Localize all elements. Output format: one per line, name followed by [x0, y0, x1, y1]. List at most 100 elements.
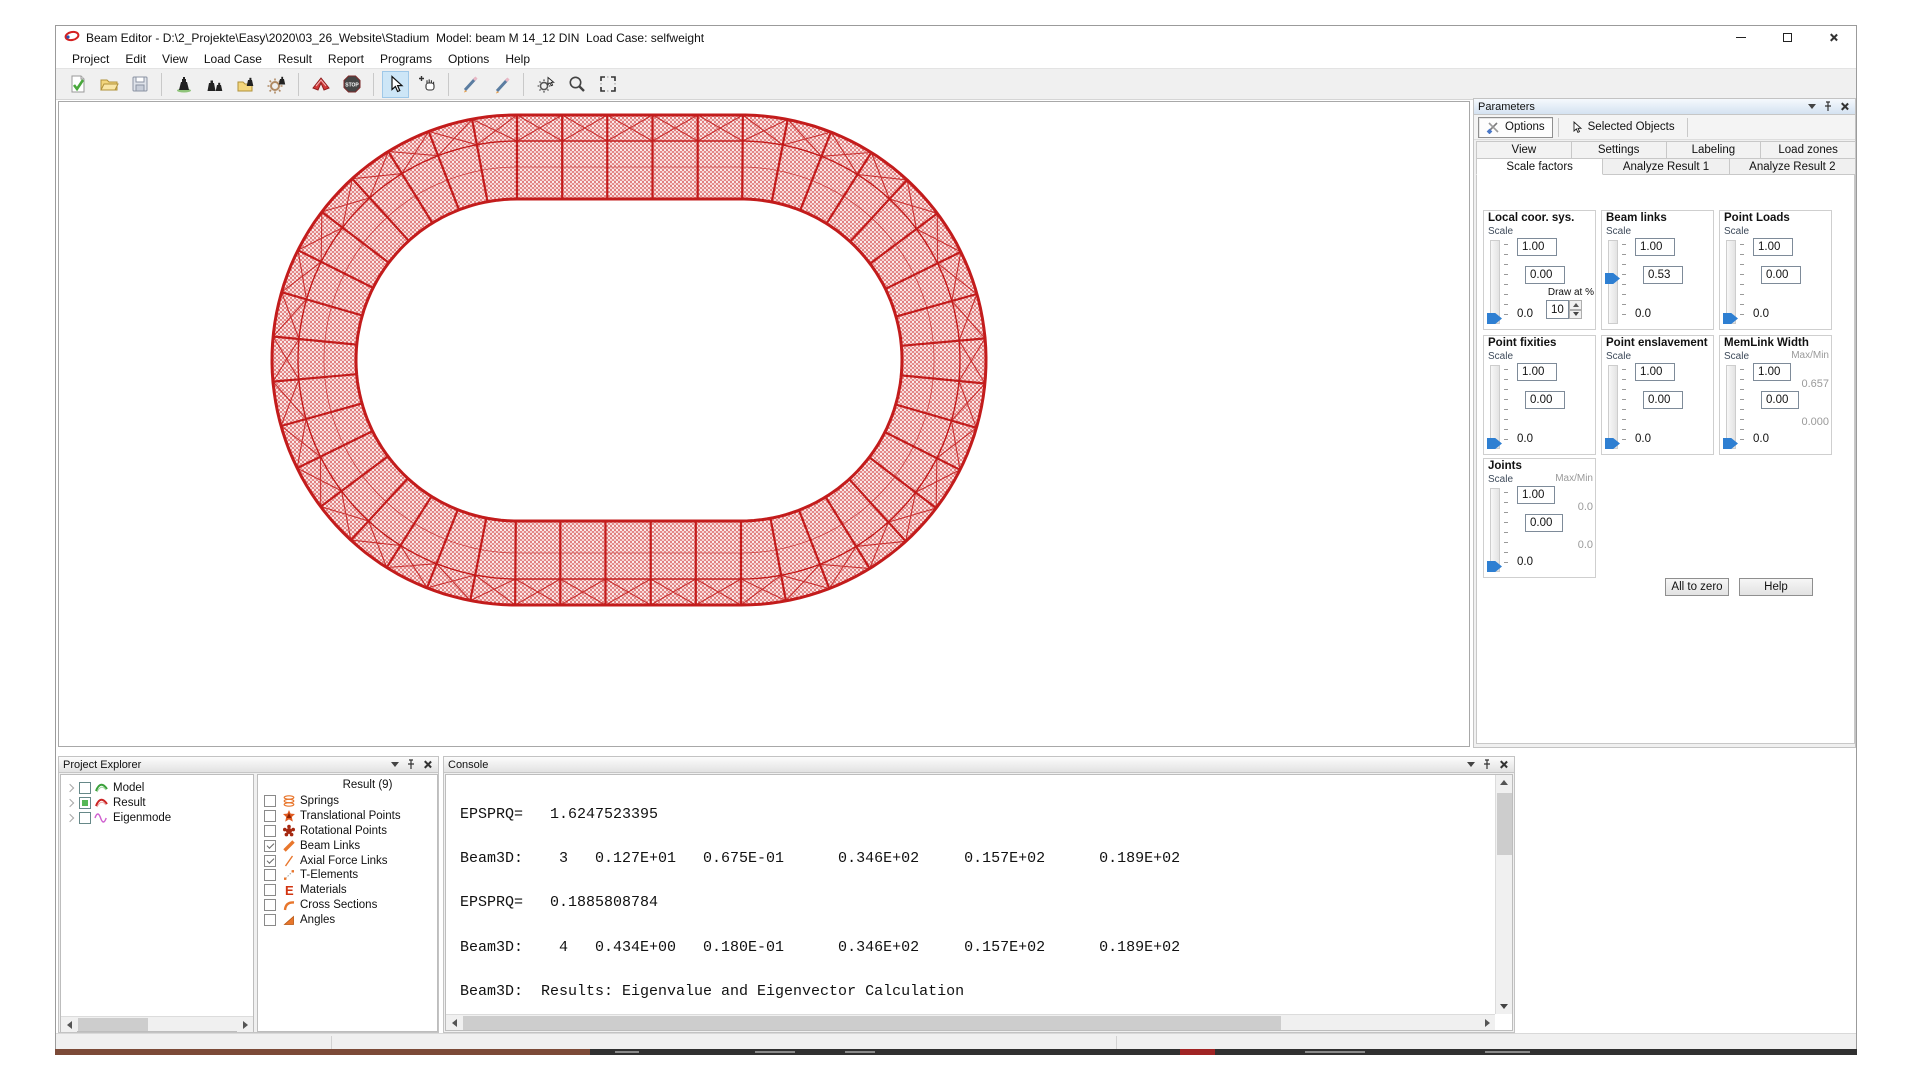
axial-force-links-checkbox[interactable]: [264, 855, 276, 867]
list-item-angles[interactable]: Angles: [264, 912, 437, 927]
scroll-right-button[interactable]: [1479, 1015, 1495, 1030]
panel-close-button[interactable]: [1496, 759, 1510, 771]
draw-link-button[interactable]: [488, 71, 515, 98]
model-canvas[interactable]: [58, 101, 1470, 747]
console-h-scrollbar[interactable]: [446, 1014, 1495, 1030]
scale-value-input[interactable]: 0.53: [1643, 266, 1683, 284]
scale-upper-input[interactable]: 1.00: [1517, 238, 1557, 256]
scroll-left-button[interactable]: [446, 1015, 462, 1030]
scroll-up-button[interactable]: [1496, 775, 1512, 790]
springs-checkbox[interactable]: [264, 795, 276, 807]
scale-slider-track[interactable]: [1726, 365, 1736, 449]
model-checkbox[interactable]: [79, 782, 91, 794]
draw-at-input[interactable]: 10: [1546, 300, 1569, 319]
panel-close-button[interactable]: [420, 759, 434, 771]
scale-upper-input[interactable]: 1.00: [1517, 363, 1557, 381]
zoom-button[interactable]: [563, 71, 590, 98]
panel-menu-button[interactable]: [1464, 759, 1478, 771]
list-item-cross-sections[interactable]: Cross Sections: [264, 898, 437, 913]
tree-item-result[interactable]: Result: [65, 795, 253, 810]
scale-slider-track[interactable]: [1490, 488, 1500, 572]
tab-view[interactable]: View: [1476, 141, 1572, 158]
scroll-right-button[interactable]: [237, 1017, 253, 1032]
tab-analyze-result-1[interactable]: Analyze Result 1: [1602, 158, 1729, 175]
scroll-left-button[interactable]: [61, 1017, 77, 1032]
list-item-springs[interactable]: Springs: [264, 794, 437, 809]
select-cursor-button[interactable]: [382, 71, 409, 98]
spin-down-button[interactable]: [1569, 310, 1582, 320]
menu-report[interactable]: Report: [320, 50, 372, 68]
tab-options[interactable]: Options: [1478, 117, 1553, 138]
panel-close-button[interactable]: [1837, 101, 1851, 113]
menu-project[interactable]: Project: [64, 50, 117, 68]
panel-menu-button[interactable]: [388, 759, 402, 771]
pin-button[interactable]: [1480, 759, 1494, 771]
result-checkbox[interactable]: [79, 797, 91, 809]
scroll-thumb[interactable]: [463, 1016, 1281, 1030]
minimize-button[interactable]: [1718, 26, 1764, 49]
tab-settings[interactable]: Settings: [1571, 141, 1667, 158]
scale-upper-input[interactable]: 1.00: [1517, 486, 1555, 504]
open-project-button[interactable]: [95, 71, 122, 98]
open-load-case-button[interactable]: [232, 71, 259, 98]
scale-slider-track[interactable]: [1726, 240, 1736, 324]
scale-slider-track[interactable]: [1608, 365, 1618, 449]
scale-upper-input[interactable]: 1.00: [1753, 238, 1793, 256]
pin-button[interactable]: [404, 759, 418, 771]
menu-load-case[interactable]: Load Case: [196, 50, 270, 68]
tree-item-model[interactable]: Model: [65, 780, 253, 795]
close-button[interactable]: [1810, 26, 1856, 49]
eigenmode-checkbox[interactable]: [79, 812, 91, 824]
tab-selected-objects[interactable]: Selected Objects: [1564, 117, 1682, 138]
tab-load-zones[interactable]: Load zones: [1760, 141, 1856, 158]
fit-view-button[interactable]: [594, 71, 621, 98]
scroll-down-button[interactable]: [1496, 999, 1512, 1014]
cross-sections-checkbox[interactable]: [264, 899, 276, 911]
list-item-beam-links[interactable]: Beam Links: [264, 838, 437, 853]
new-model-button[interactable]: [64, 71, 91, 98]
scale-value-input[interactable]: 0.00: [1525, 391, 1565, 409]
scale-value-input[interactable]: 0.00: [1525, 266, 1565, 284]
help-button[interactable]: Help: [1739, 578, 1813, 596]
list-item-t-elements[interactable]: T-Elements: [264, 868, 437, 883]
scale-value-input[interactable]: 0.00: [1525, 514, 1563, 532]
stop-button[interactable]: STOP: [338, 71, 365, 98]
spin-up-button[interactable]: [1569, 300, 1582, 310]
load-case-settings-button[interactable]: [263, 71, 290, 98]
save-project-button[interactable]: [126, 71, 153, 98]
pan-hand-button[interactable]: [413, 71, 440, 98]
calculate-button[interactable]: [307, 71, 334, 98]
beam-links-checkbox[interactable]: [264, 840, 276, 852]
tab-analyze-result-2[interactable]: Analyze Result 2: [1729, 158, 1856, 175]
materials-checkbox[interactable]: [264, 884, 276, 896]
maximize-button[interactable]: [1764, 26, 1810, 49]
expand-icon[interactable]: [66, 798, 74, 806]
pin-button[interactable]: [1821, 101, 1835, 113]
scale-slider-track[interactable]: [1490, 240, 1500, 324]
all-to-zero-button[interactable]: All to zero: [1665, 578, 1729, 596]
panel-menu-button[interactable]: [1805, 101, 1819, 113]
translational-points-checkbox[interactable]: [264, 810, 276, 822]
load-cases-button[interactable]: [201, 71, 228, 98]
scale-upper-input[interactable]: 1.00: [1635, 238, 1675, 256]
draw-beam-button[interactable]: [457, 71, 484, 98]
menu-programs[interactable]: Programs: [372, 50, 440, 68]
manipulate-button[interactable]: [532, 71, 559, 98]
list-item-translational-points[interactable]: Translational Points: [264, 809, 437, 824]
menu-result[interactable]: Result: [270, 50, 320, 68]
list-item-axial-force-links[interactable]: Axial Force Links: [264, 853, 437, 868]
scroll-thumb[interactable]: [78, 1018, 148, 1031]
scale-upper-input[interactable]: 1.00: [1753, 363, 1791, 381]
list-item-rotational-points[interactable]: Rotational Points: [264, 824, 437, 839]
scale-value-input[interactable]: 0.00: [1643, 391, 1683, 409]
expand-icon[interactable]: [66, 783, 74, 791]
list-item-materials[interactable]: E Materials: [264, 883, 437, 898]
console-v-scrollbar[interactable]: [1495, 775, 1512, 1014]
rotational-points-checkbox[interactable]: [264, 825, 276, 837]
tree-h-scrollbar[interactable]: [61, 1016, 253, 1031]
t-elements-checkbox[interactable]: [264, 869, 276, 881]
add-load-case-button[interactable]: [170, 71, 197, 98]
menu-edit[interactable]: Edit: [117, 50, 154, 68]
expand-icon[interactable]: [66, 813, 74, 821]
tab-scale-factors[interactable]: Scale factors: [1476, 158, 1603, 175]
